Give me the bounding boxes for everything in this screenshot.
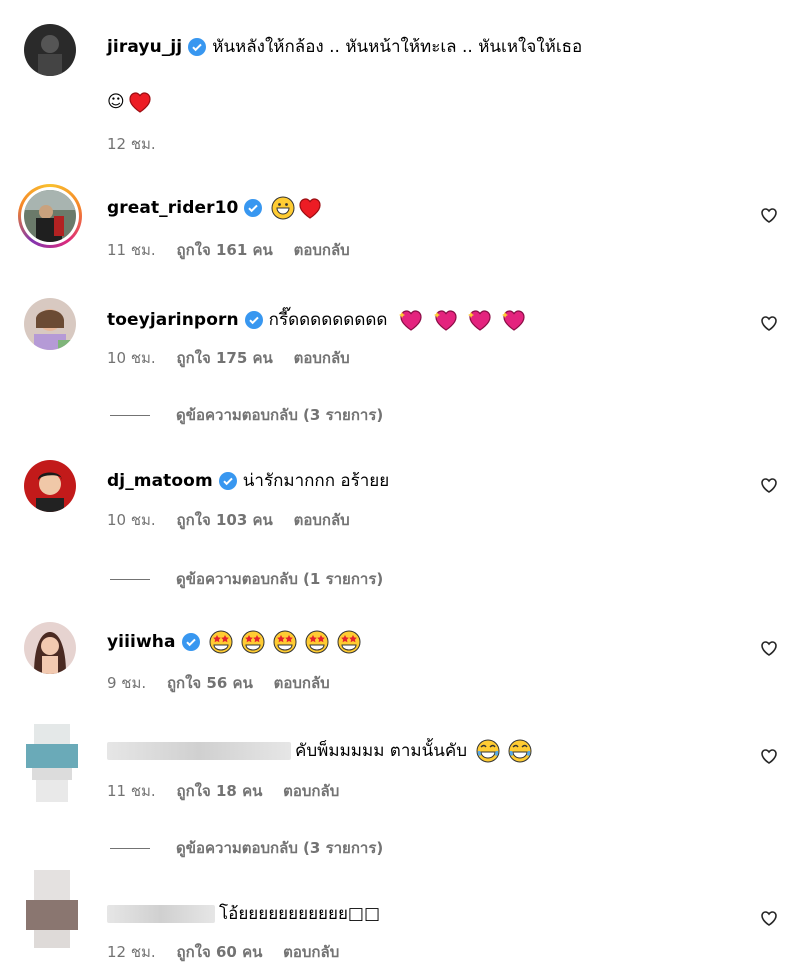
comment-line: toeyjarinporn กรี๊ดดดดดดดดด: [107, 306, 527, 333]
username[interactable]: toeyjarinporn: [107, 310, 239, 330]
reply-button[interactable]: ตอบกลับ: [274, 674, 330, 692]
grinning-face-icon: [271, 196, 295, 220]
like-count[interactable]: ถูกใจ 60 คน: [176, 943, 262, 961]
username[interactable]: yiiiwha: [107, 632, 176, 652]
star-struck-icon: [273, 630, 297, 654]
verified-badge-icon: [218, 471, 237, 490]
like-count[interactable]: ถูกใจ 18 คน: [176, 782, 262, 800]
comment-meta: 12 ชม.: [107, 132, 172, 156]
comment-meta: 10 ชม. ถูกใจ 103 คน ตอบกลับ: [107, 508, 366, 532]
red-heart-icon: [129, 92, 151, 113]
story-ring-avatar[interactable]: [18, 184, 82, 248]
avatar[interactable]: [24, 298, 76, 350]
avatar[interactable]: [24, 24, 76, 76]
emoji-group: [395, 309, 526, 331]
star-struck-icon: [241, 630, 265, 654]
like-heart-icon[interactable]: [760, 476, 778, 494]
username[interactable]: dj_matoom: [107, 471, 213, 491]
comment-meta: 11 ชม. ถูกใจ 161 คน ตอบกลับ: [107, 238, 366, 262]
reply-button[interactable]: ตอบกลับ: [294, 349, 350, 367]
view-replies-button[interactable]: ดูข้อความตอบกลับ (3 รายการ): [110, 836, 383, 860]
reply-button[interactable]: ตอบกลับ: [283, 782, 339, 800]
avatar[interactable]: [24, 622, 76, 674]
comment-line: great_rider10: [107, 196, 322, 220]
avatar[interactable]: [26, 870, 78, 948]
like-count[interactable]: ถูกใจ 56 คน: [167, 674, 253, 692]
comment-text: โอ้ยยยยยยยยยยย□□: [219, 904, 381, 924]
timestamp: 10 ชม.: [107, 511, 156, 529]
like-heart-icon[interactable]: [760, 314, 778, 332]
like-heart-icon[interactable]: [760, 639, 778, 657]
tears-of-joy-icon: [476, 739, 500, 762]
emoji-group: [206, 630, 361, 654]
comment-meta: 9 ชม. ถูกใจ 56 คน ตอบกลับ: [107, 671, 346, 695]
view-replies-label: ดูข้อความตอบกลับ (1 รายการ): [176, 570, 384, 588]
like-heart-icon[interactable]: [760, 206, 778, 224]
timestamp: 12 ชม.: [107, 943, 156, 961]
comment-text: คับพ็มมมมม ตามนั้นคับ: [295, 741, 468, 761]
comment-line: โอ้ยยยยยยยยยยย□□: [107, 900, 380, 927]
divider: [110, 578, 150, 580]
blurred-username[interactable]: [107, 741, 291, 760]
sparkling-heart-icon: [467, 309, 491, 331]
verified-badge-icon: [244, 310, 263, 329]
comment-text: น่ารักมากกก อร้ายย: [242, 471, 390, 491]
like-heart-icon[interactable]: [760, 747, 778, 765]
like-count[interactable]: ถูกใจ 175 คน: [176, 349, 272, 367]
timestamp: 11 ชม.: [107, 241, 156, 259]
comment-line: yiiiwha: [107, 630, 361, 654]
comment-meta: 10 ชม. ถูกใจ 175 คน ตอบกลับ: [107, 346, 366, 370]
reply-button[interactable]: ตอบกลับ: [294, 241, 350, 259]
avatar[interactable]: [26, 724, 78, 802]
sparkling-heart-icon: [501, 309, 525, 331]
timestamp: 11 ชม.: [107, 782, 156, 800]
divider: [110, 414, 150, 416]
timestamp: 10 ชม.: [107, 349, 156, 367]
blurred-username[interactable]: [107, 904, 215, 923]
comment-line-2: ☺: [107, 91, 152, 113]
verified-badge-icon: [244, 199, 263, 217]
comment-text: หันหลังให้กล้อง .. หันหน้าให้ทะเล .. หัน…: [212, 37, 583, 57]
avatar[interactable]: [24, 460, 76, 512]
like-count[interactable]: ถูกใจ 103 คน: [176, 511, 272, 529]
like-heart-icon[interactable]: [760, 909, 778, 927]
timestamp: 12 ชม.: [107, 135, 156, 153]
username[interactable]: great_rider10: [107, 198, 238, 218]
star-struck-icon: [337, 630, 361, 654]
sparkling-heart-icon: [433, 309, 457, 331]
emoji-group: [473, 739, 532, 763]
timestamp: 9 ชม.: [107, 674, 147, 692]
view-replies-label: ดูข้อความตอบกลับ (3 รายการ): [176, 839, 384, 857]
reply-button[interactable]: ตอบกลับ: [294, 511, 350, 529]
username[interactable]: jirayu_jj: [107, 37, 182, 57]
view-replies-button[interactable]: ดูข้อความตอบกลับ (1 รายการ): [110, 567, 383, 591]
view-replies-button[interactable]: ดูข้อความตอบกลับ (3 รายการ): [110, 403, 383, 427]
star-struck-icon: [209, 630, 233, 654]
tears-of-joy-icon: [508, 739, 532, 762]
sparkling-heart-icon: [399, 309, 423, 331]
view-replies-label: ดูข้อความตอบกลับ (3 รายการ): [176, 406, 384, 424]
star-struck-icon: [305, 630, 329, 654]
divider: [110, 847, 150, 849]
red-heart-icon: [299, 198, 322, 219]
verified-badge-icon: [188, 37, 207, 56]
comment-line: jirayu_jj หันหลังให้กล้อง .. หันหน้าให้ท…: [107, 33, 582, 60]
comment-line: คับพ็มมมมม ตามนั้นคับ: [107, 737, 532, 764]
comment-text: กรี๊ดดดดดดดดด: [268, 310, 388, 330]
like-count[interactable]: ถูกใจ 161 คน: [176, 241, 272, 259]
comment-line: dj_matoom น่ารักมากกก อร้ายย: [107, 467, 389, 494]
comment-meta: 12 ชม. ถูกใจ 60 คน ตอบกลับ: [107, 940, 355, 964]
verified-badge-icon: [181, 633, 200, 651]
reply-button[interactable]: ตอบกลับ: [283, 943, 339, 961]
comment-meta: 11 ชม. ถูกใจ 18 คน ตอบกลับ: [107, 779, 355, 803]
comment-text-2: ☺: [107, 92, 125, 112]
